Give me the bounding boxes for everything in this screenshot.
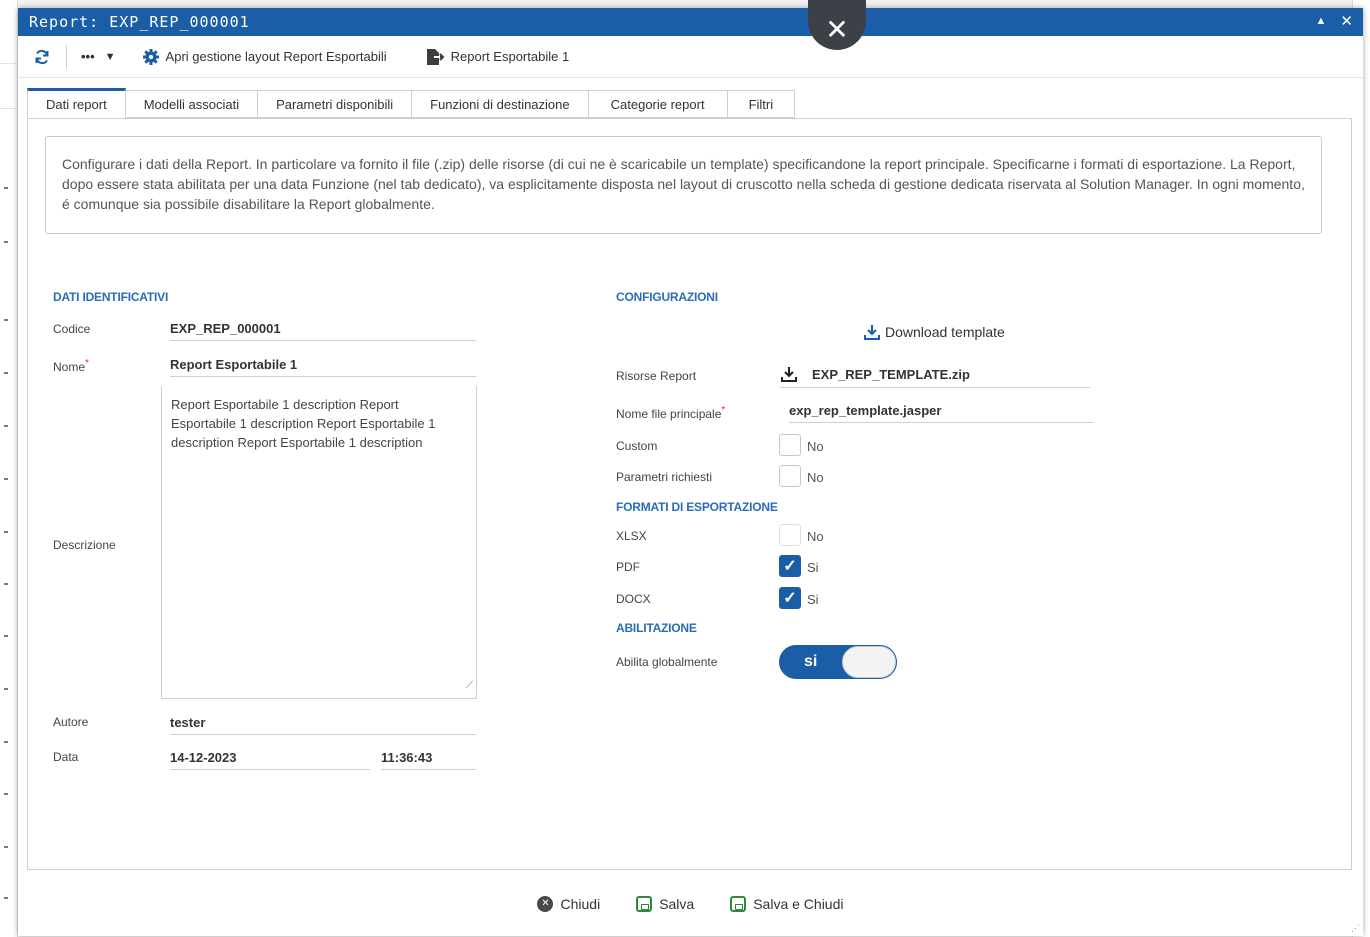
nome-file-label-text: Nome file principale bbox=[616, 407, 722, 421]
close-icon[interactable]: ✕ bbox=[1340, 12, 1353, 30]
codice-label: Codice bbox=[53, 322, 91, 336]
nome-label-text: Nome bbox=[53, 360, 86, 374]
required-mark: * bbox=[721, 405, 726, 416]
tab-bar: Dati report Modelli associati Parametri … bbox=[27, 88, 796, 118]
descrizione-textarea[interactable]: Report Esportabile 1 description Report … bbox=[161, 386, 477, 699]
risorse-field[interactable]: EXP_REP_TEMPLATE.zip bbox=[780, 365, 1090, 388]
tab-modelli-associati[interactable]: Modelli associati bbox=[125, 90, 259, 118]
nome-label: Nome* bbox=[53, 358, 89, 374]
tab-categorie-report[interactable]: Categorie report bbox=[588, 90, 728, 118]
tab-parametri-disponibili[interactable]: Parametri disponibili bbox=[258, 90, 413, 118]
required-mark: * bbox=[85, 358, 89, 369]
section-title-abilitazione: ABILITAZIONE bbox=[616, 621, 697, 635]
parametri-label: Parametri richiesti bbox=[616, 470, 713, 484]
salva-button[interactable]: Salva bbox=[636, 895, 695, 912]
tab-dati-report[interactable]: Dati report bbox=[27, 88, 126, 118]
manage-layout-button[interactable]: Apri gestione layout Report Esportabili bbox=[142, 48, 387, 66]
docx-checkbox[interactable]: ✓ bbox=[779, 587, 801, 609]
check-icon: ✓ bbox=[783, 590, 797, 607]
close-circle-icon: ✕ bbox=[537, 895, 554, 912]
salva-chiudi-button[interactable]: Salva e Chiudi bbox=[730, 895, 844, 912]
gear-icon bbox=[142, 48, 159, 65]
autore-label: Autore bbox=[53, 715, 89, 729]
custom-label: Custom bbox=[616, 439, 658, 453]
tab-filtri[interactable]: Filtri bbox=[727, 90, 796, 118]
section-title-formati: FORMATI DI ESPORTAZIONE bbox=[616, 500, 778, 514]
minimize-icon[interactable]: ▲ bbox=[1316, 15, 1327, 30]
refresh-icon[interactable] bbox=[32, 47, 52, 67]
dialog-footer: ✕ Chiudi Salva Salva e Chiudi bbox=[18, 871, 1363, 936]
abilita-toggle[interactable]: si bbox=[779, 645, 897, 679]
docx-value: Si bbox=[807, 592, 819, 607]
risorse-value: EXP_REP_TEMPLATE.zip bbox=[812, 366, 970, 382]
toggle-knob bbox=[842, 646, 896, 678]
manage-layout-label: Apri gestione layout Report Esportabili bbox=[165, 49, 387, 64]
save-icon bbox=[636, 895, 653, 912]
background-left-strip bbox=[0, 0, 18, 937]
tab-funzioni-destinazione[interactable]: Funzioni di destinazione bbox=[412, 90, 589, 118]
close-icon: ✕ bbox=[825, 13, 849, 45]
custom-value: No bbox=[807, 439, 824, 454]
section-title-identificativi: DATI IDENTIFICATIVI bbox=[53, 290, 169, 304]
dialog-titlebar: Report: EXP_REP_000001 ▲ ✕ bbox=[18, 8, 1363, 36]
dialog-title: Report: EXP_REP_000001 bbox=[29, 13, 250, 31]
chevron-down-icon: ▼ bbox=[104, 50, 116, 63]
more-menu-button[interactable]: ••• ▼ bbox=[81, 49, 116, 64]
export-report-button[interactable]: Report Esportabile 1 bbox=[425, 48, 570, 66]
export-report-label: Report Esportabile 1 bbox=[450, 49, 570, 64]
xlsx-checkbox[interactable] bbox=[779, 524, 801, 546]
toolbar: ••• ▼ Apri gestione layout Report Esport… bbox=[18, 36, 1363, 78]
autore-field[interactable]: tester bbox=[170, 715, 476, 735]
toolbar-divider bbox=[66, 44, 67, 69]
data-label: Data bbox=[53, 750, 79, 764]
salva-chiudi-label: Salva e Chiudi bbox=[753, 895, 844, 912]
download-icon bbox=[864, 325, 880, 340]
descrizione-text: Report Esportabile 1 description Report … bbox=[171, 397, 436, 450]
pdf-value: Si bbox=[807, 560, 819, 575]
info-box: Configurare i dati della Report. In part… bbox=[45, 136, 1322, 234]
download-icon[interactable] bbox=[780, 365, 798, 383]
descrizione-label: Descrizione bbox=[53, 538, 116, 552]
pdf-checkbox[interactable]: ✓ bbox=[779, 555, 801, 577]
xlsx-label: XLSX bbox=[616, 529, 647, 543]
more-icon: ••• bbox=[81, 49, 95, 64]
resize-handle-icon[interactable]: ⟋ bbox=[466, 676, 473, 695]
parametri-value: No bbox=[807, 470, 824, 485]
download-template-label: Download template bbox=[885, 324, 1005, 340]
nome-file-field[interactable]: exp_rep_template.jasper bbox=[789, 403, 1094, 423]
toggle-on-text: si bbox=[804, 653, 818, 670]
docx-label: DOCX bbox=[616, 592, 651, 606]
custom-checkbox[interactable] bbox=[779, 434, 801, 456]
file-export-icon bbox=[426, 48, 445, 65]
resize-grip-icon[interactable]: ⋰ bbox=[1351, 923, 1360, 934]
xlsx-value: No bbox=[807, 529, 824, 544]
chiudi-label: Chiudi bbox=[560, 895, 601, 912]
time-field[interactable]: 11:36:43 bbox=[381, 750, 476, 770]
chiudi-button[interactable]: ✕ Chiudi bbox=[537, 895, 601, 912]
download-template-button[interactable]: Download template bbox=[863, 323, 1005, 341]
save-icon bbox=[730, 895, 747, 912]
nome-file-label: Nome file principale* bbox=[616, 405, 725, 421]
salva-label: Salva bbox=[659, 895, 695, 912]
report-dialog: Report: EXP_REP_000001 ▲ ✕ ✕ ••• ▼ Apri … bbox=[18, 0, 1363, 936]
date-field[interactable]: 14-12-2023 bbox=[170, 750, 370, 770]
section-title-configurazioni: CONFIGURAZIONI bbox=[616, 290, 718, 304]
pdf-label: PDF bbox=[616, 560, 640, 574]
risorse-label: Risorse Report bbox=[616, 369, 697, 383]
parametri-checkbox[interactable] bbox=[779, 465, 801, 487]
check-icon: ✓ bbox=[783, 558, 797, 575]
abilita-label: Abilita globalmente bbox=[616, 655, 718, 669]
nome-field[interactable]: Report Esportabile 1 bbox=[170, 357, 476, 377]
codice-field[interactable]: EXP_REP_000001 bbox=[170, 321, 476, 341]
